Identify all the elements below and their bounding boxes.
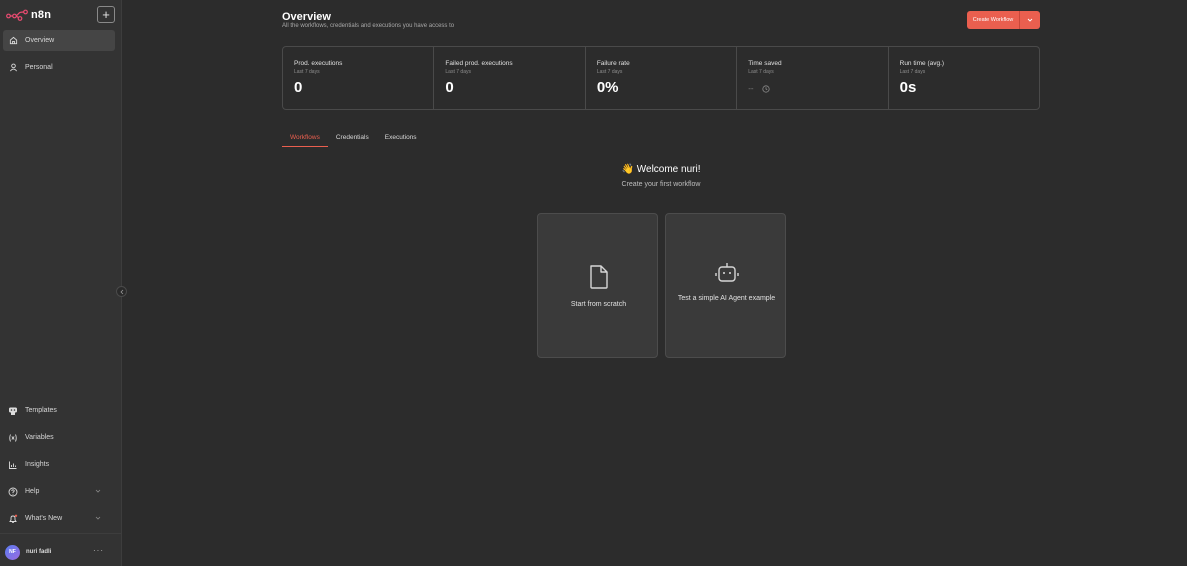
sidebar-item-label: Help: [25, 488, 40, 495]
chevron-down-icon: [95, 489, 101, 493]
more-options-icon[interactable]: ···: [93, 546, 104, 555]
stat-value: --: [748, 84, 887, 93]
stat-run-time[interactable]: Run time (avg.) Last 7 days 0s: [889, 47, 1039, 109]
create-workflow-button-group: Create Workflow: [967, 11, 1040, 29]
stat-value-text: --: [748, 84, 754, 93]
clock-icon[interactable]: [761, 84, 770, 93]
chevron-down-icon: [1027, 18, 1033, 22]
stat-label: Failure rate: [596, 60, 630, 67]
stat-label: Time saved: [748, 60, 782, 67]
stat-value: 0%: [596, 79, 619, 96]
card-label: Test a simple AI Agent example: [677, 295, 776, 302]
stat-period: Last 7 days: [748, 69, 774, 75]
card-label: Start from scratch: [570, 301, 627, 308]
user-name: nuri fadli: [26, 549, 52, 555]
bell-icon: [8, 514, 18, 524]
sidebar-item-insights[interactable]: Insights: [3, 454, 115, 475]
ai-agent-example-card[interactable]: Test a simple AI Agent example: [665, 213, 786, 358]
stat-period: Last 7 days: [294, 69, 320, 75]
sidebar-item-label: Variables: [25, 434, 54, 441]
stat-time-saved[interactable]: Time saved Last 7 days --: [737, 47, 889, 109]
sidebar-item-overview[interactable]: Overview: [3, 30, 115, 51]
robot-icon: [666, 261, 787, 285]
sidebar: n8n + Overview Personal Templates Variab…: [0, 0, 122, 566]
stat-failed-prod-executions[interactable]: Failed prod. executions Last 7 days 0: [434, 47, 586, 109]
stat-period: Last 7 days: [596, 69, 623, 75]
sidebar-item-help[interactable]: Help: [3, 481, 115, 502]
sidebar-item-whats-new[interactable]: What's New: [3, 508, 115, 529]
tab-executions[interactable]: Executions: [377, 134, 425, 147]
user-icon: [8, 63, 18, 73]
logo-text: n8n: [31, 9, 52, 21]
variables-icon: [8, 433, 18, 443]
sidebar-divider: [0, 533, 121, 534]
chevron-left-icon: [119, 289, 123, 294]
home-icon: [8, 36, 18, 46]
sidebar-item-personal[interactable]: Personal: [3, 57, 115, 78]
sidebar-item-label: Insights: [25, 461, 50, 468]
welcome-title: 👋 Welcome nuri!: [621, 164, 701, 175]
insights-icon: [8, 460, 18, 470]
stat-value: 0: [294, 79, 303, 96]
stat-label: Run time (avg.): [899, 60, 945, 67]
user-menu-row[interactable]: NF nuri fadli ···: [5, 544, 117, 560]
stat-period: Last 7 days: [899, 69, 926, 75]
start-from-scratch-card[interactable]: Start from scratch: [537, 213, 658, 358]
sidebar-item-variables[interactable]: Variables: [3, 427, 115, 448]
stat-label: Failed prod. executions: [445, 60, 513, 67]
stat-value: 0s: [899, 79, 917, 96]
help-icon: [8, 487, 18, 497]
collapse-sidebar-button[interactable]: [116, 286, 127, 297]
welcome-subtitle: Create your first workflow: [621, 181, 701, 188]
sidebar-item-templates[interactable]: Templates: [3, 400, 115, 421]
stat-period: Last 7 days: [445, 69, 471, 75]
sidebar-item-label: What's New: [25, 515, 63, 522]
create-workflow-dropdown[interactable]: [1020, 11, 1040, 29]
sidebar-item-label: Personal: [25, 64, 53, 71]
file-icon: [538, 264, 659, 290]
tab-workflows[interactable]: Workflows: [282, 134, 328, 147]
stat-label: Prod. executions: [294, 60, 343, 67]
create-workflow-button[interactable]: Create Workflow: [967, 11, 1020, 29]
stat-failure-rate[interactable]: Failure rate Last 7 days 0%: [586, 47, 738, 109]
page-title: Overview: [282, 11, 331, 23]
sidebar-item-label: Templates: [25, 407, 57, 414]
chevron-down-icon: [95, 516, 101, 520]
sidebar-item-label: Overview: [25, 37, 55, 44]
tabs: Workflows Credentials Executions: [282, 134, 425, 149]
create-plus-button[interactable]: +: [97, 6, 115, 23]
stat-value: 0: [445, 79, 454, 96]
tab-credentials[interactable]: Credentials: [328, 134, 377, 147]
templates-icon: [8, 406, 18, 416]
page-subtitle: All the workflows, credentials and execu…: [282, 23, 455, 29]
stat-prod-executions[interactable]: Prod. executions Last 7 days 0: [283, 47, 435, 109]
insights-summary: Prod. executions Last 7 days 0 Failed pr…: [282, 46, 1040, 110]
avatar: NF: [5, 544, 20, 560]
n8n-logo-icon: [6, 9, 28, 21]
